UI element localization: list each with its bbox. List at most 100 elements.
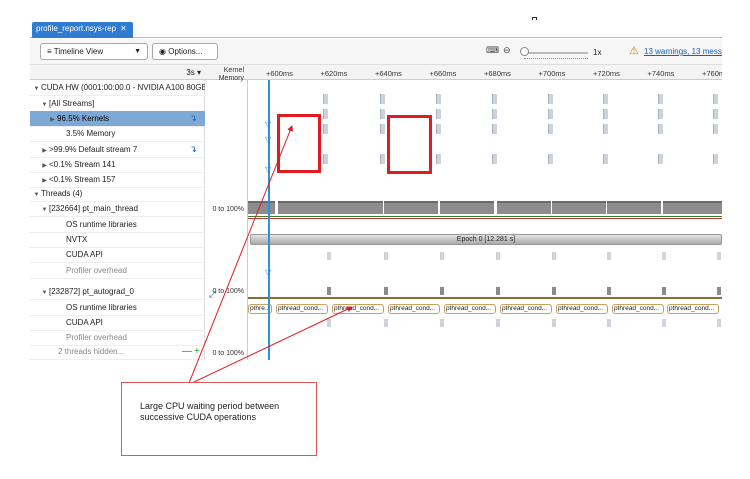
kernel-bar <box>603 94 608 104</box>
kernel-bar <box>323 154 328 164</box>
close-icon[interactable]: ✕ <box>120 24 127 33</box>
tree-row[interactable]: ▶ <0.1% Stream 141 <box>30 157 205 172</box>
pin-icon[interactable]: ↴ <box>189 111 197 126</box>
tree-row[interactable]: ▼ Threads (4) <box>30 186 205 201</box>
timeline-area[interactable]: +600ms +620ms +640ms +660ms +680ms +700ms +720… <box>248 65 722 360</box>
kernel-bar <box>323 124 328 134</box>
ruler-tick-label: +680ms <box>484 69 511 78</box>
tree-row[interactable]: CUDA API <box>30 315 205 330</box>
tree-row[interactable]: Profiler overhead <box>30 330 205 345</box>
tree-row[interactable]: OS runtime libraries <box>30 300 205 315</box>
kernel-bar <box>323 109 328 119</box>
eye-icon: ◉ <box>159 47 166 56</box>
tree-row[interactable]: ▶ >99.9% Default stream 7 ↴ <box>30 142 205 157</box>
cuda-api-mark <box>496 319 500 327</box>
remove-icon[interactable]: — <box>182 344 192 359</box>
autograd-activity-mark <box>607 287 611 295</box>
autograd-range: 0 to 100% <box>212 288 244 295</box>
expand-down-icon[interactable]: ▼ <box>40 203 49 216</box>
warnings-link[interactable]: 13 warnings, 13 messag <box>644 47 722 56</box>
kernel-memory-text: Kernel Memory <box>218 67 244 82</box>
zoom-out-icon[interactable]: ⊖ <box>503 45 511 56</box>
tree-row-label: NVTX <box>66 235 88 244</box>
tree-row-label: <0.1% Stream 141 <box>49 160 116 169</box>
ruler-tick-label: +600ms <box>266 69 293 78</box>
cuda-api-mark <box>384 252 388 260</box>
autograd-activity-mark <box>440 287 444 295</box>
autograd-activity-mark <box>496 287 500 295</box>
expand-right-icon[interactable]: ▶ <box>40 144 49 157</box>
pthread-cond-wait-block: pthread_cond... <box>612 304 664 314</box>
expand-down-icon[interactable]: ▼ <box>32 188 41 201</box>
kernel-bar <box>658 94 663 104</box>
tree-row-label: Profiler overhead <box>66 266 127 275</box>
tree-row[interactable]: ▼ [232872] pt_autograd_0 <box>30 284 205 299</box>
cuda-api-mark <box>440 319 444 327</box>
view-select[interactable]: ≡ Timeline View ▼ <box>40 43 148 60</box>
autograd-activity-mark <box>552 287 556 295</box>
tree-row[interactable]: ▼ [All Streams] <box>30 96 205 111</box>
tree-row-label: <0.1% Stream 157 <box>49 175 116 184</box>
tab-bar: profile_report.nsys-rep ✕ <box>30 20 722 38</box>
tree-row[interactable]: ▶ <0.1% Stream 157 <box>30 172 205 187</box>
cursor-marker-icon: ▽ <box>265 268 272 277</box>
ruler-tick-label: +660ms <box>429 69 457 78</box>
autograd-activity-mark <box>662 287 666 295</box>
add-icon[interactable]: + <box>194 344 200 359</box>
pthread-cond-wait-block: pthread_cond... <box>444 304 496 314</box>
kernel-bar <box>548 154 553 164</box>
tree-row[interactable]: Profiler overhead <box>30 263 205 278</box>
tree-row-label: OS runtime libraries <box>66 303 137 312</box>
options-button[interactable]: ◉ Options... <box>152 43 218 60</box>
expand-icon[interactable]: ⤢ <box>209 289 216 300</box>
zoom-slider-handle[interactable] <box>520 47 529 56</box>
kernel-memory-label: Kernel Memory <box>219 67 244 83</box>
expand-down-icon[interactable]: ▼ <box>40 98 49 111</box>
range-header[interactable]: 3s ▾ <box>30 65 205 80</box>
cuda-api-mark <box>607 319 611 327</box>
row-info-pane: Kernel Memory 0 to 100% 0 to 100% 0 to 1… <box>205 65 248 360</box>
expand-right-icon[interactable]: ▶ <box>40 159 49 172</box>
kernel-bar <box>603 109 608 119</box>
tree-row[interactable]: 3.5% Memory <box>30 126 205 141</box>
kernel-bar <box>436 94 441 104</box>
tree-row[interactable]: 2 threads hidden... — + <box>30 344 205 359</box>
pin-icon[interactable]: ↴ <box>189 142 197 157</box>
ruler-tick-label: +640ms <box>375 69 402 78</box>
hidden-range: 0 to 100% <box>212 350 244 357</box>
zoom-slider-track[interactable] <box>522 52 588 54</box>
cuda-api-mark <box>662 252 666 260</box>
tree-row[interactable]: NVTX <box>30 232 205 247</box>
warning-icon: ⚠ <box>629 45 639 57</box>
kernel-bar <box>380 124 385 134</box>
tree-row[interactable]: OS runtime libraries <box>30 217 205 232</box>
tab-profile-report[interactable]: profile_report.nsys-rep ✕ <box>32 22 133 38</box>
time-ruler[interactable]: +600ms +620ms +640ms +660ms +680ms +700ms +720… <box>248 65 722 80</box>
toolbar: ≡ Timeline View ▼ ◉ Options... ⌨ ⊖ 1x ⚠ … <box>30 39 722 65</box>
ruler-tick-label: +620ms <box>320 69 348 78</box>
kernel-bar <box>603 124 608 134</box>
keyboard-icon[interactable]: ⌨ <box>486 45 499 56</box>
expand-down-icon[interactable]: ▼ <box>40 286 49 299</box>
cuda-api-mark <box>717 319 721 327</box>
tree-row[interactable]: CUDA API <box>30 247 205 262</box>
expand-down-icon[interactable]: ▼ <box>32 82 41 95</box>
tree-row-label: 3.5% Memory <box>66 129 116 138</box>
callout-text: Large CPU waiting period between success… <box>140 401 280 422</box>
cuda-api-mark <box>662 319 666 327</box>
tree-row[interactable]: ▼ CUDA HW (0001:00:00.0 - NVIDIA A100 80G… <box>30 80 205 95</box>
highlight-box <box>387 115 432 174</box>
kernel-bar <box>436 154 441 164</box>
expand-right-icon[interactable]: ▶ <box>48 113 57 126</box>
cpu-utilization-segment <box>248 201 275 214</box>
kernel-bar <box>658 154 663 164</box>
tree-row[interactable]: ▼ [232664] pt_main_thread <box>30 201 205 216</box>
tree-row-label: CUDA API <box>66 318 103 327</box>
pthread-cond-wait-block: pthread_cond... <box>556 304 608 314</box>
cpu-baseline-alt <box>248 218 722 219</box>
cpu-utilization-segment <box>440 201 494 214</box>
kernel-bar <box>436 109 441 119</box>
tree-row[interactable]: ▶ 96.5% Kernels ↴ <box>30 111 205 126</box>
kernel-bar <box>713 94 718 104</box>
zoom-level: 1x <box>593 48 602 57</box>
